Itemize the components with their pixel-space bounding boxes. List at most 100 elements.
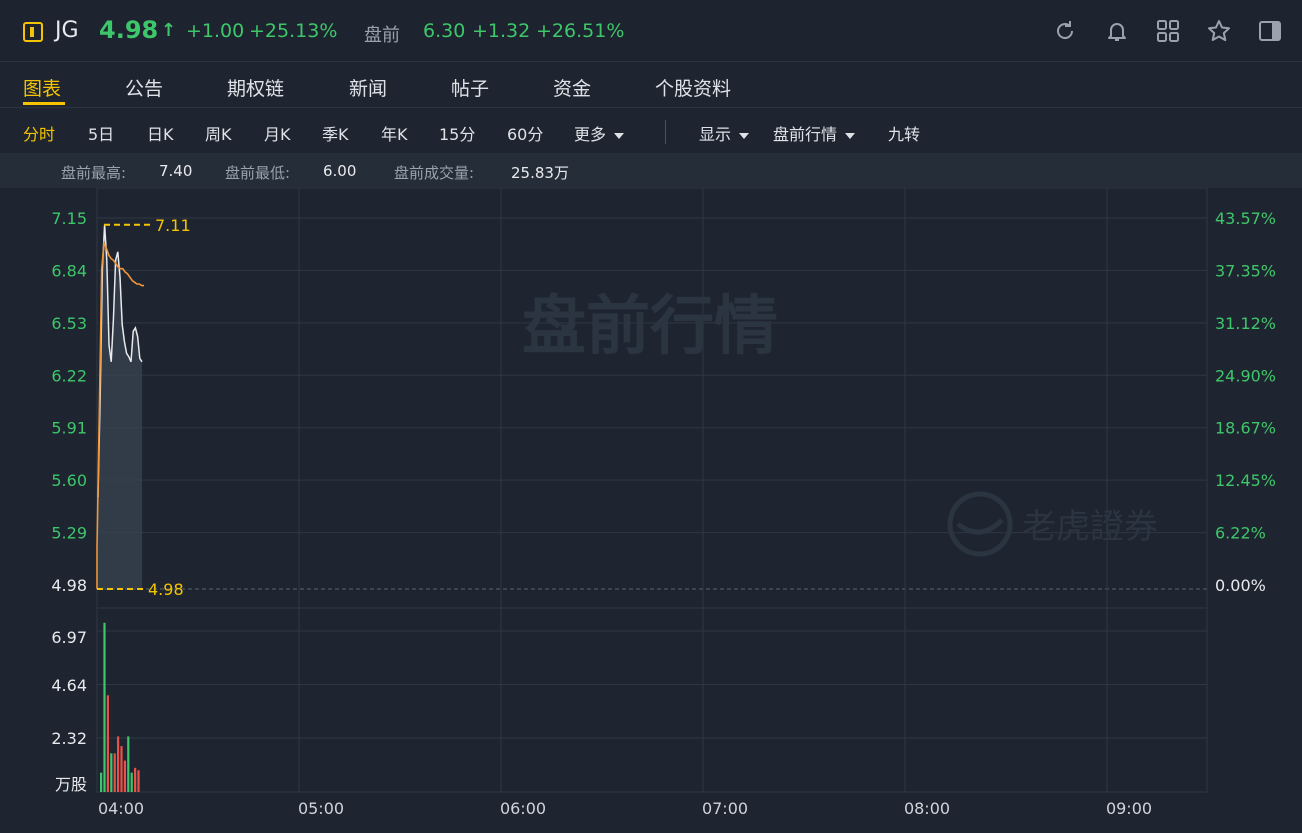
volume-bar — [130, 772, 133, 792]
display-label: 显示 — [699, 125, 732, 144]
price-tick-label: 5.29 — [51, 524, 87, 543]
time-tick-label: 06:00 — [500, 799, 546, 818]
time-tick-label: 09:00 — [1106, 799, 1152, 818]
period-15min[interactable]: 15分 — [439, 121, 475, 145]
ticker-symbol: JG — [55, 18, 79, 43]
tab-news[interactable]: 新闻 — [349, 74, 387, 101]
volume-bar — [117, 736, 120, 792]
panel-toggle-icon[interactable] — [1257, 18, 1283, 44]
pct-tick-label: 6.22% — [1215, 524, 1266, 543]
period-60min[interactable]: 60分 — [507, 121, 543, 145]
period-5day[interactable]: 5日 — [88, 121, 114, 145]
base-marker-label: 4.98 — [148, 580, 184, 599]
more-label: 更多 — [574, 125, 607, 144]
premarket-dropdown[interactable]: 盘前行情 — [773, 121, 856, 145]
price-change: +1.00 — [186, 20, 245, 42]
chevron-down-icon — [614, 132, 625, 139]
more-dropdown[interactable]: 更多 — [574, 121, 625, 145]
price-tick-label: 5.91 — [51, 419, 87, 438]
tab-capital[interactable]: 资金 — [553, 74, 591, 101]
price-change-pct: +25.13% — [249, 20, 338, 42]
volume-bar — [113, 753, 116, 792]
volume-bar — [120, 746, 123, 792]
premarket-label: 盘前 — [364, 25, 400, 46]
period-year[interactable]: 年K — [381, 121, 408, 145]
premarket-high-label: 盘前最高: — [61, 164, 127, 182]
header-bar: JG 4.98 ↑ +1.00 +25.13% 盘前 6.30 +1.32 +2… — [0, 0, 1302, 62]
tab-chart[interactable]: 图表 — [23, 74, 61, 101]
chevron-down-icon — [845, 132, 856, 139]
volume-bar — [127, 736, 130, 792]
volume-tick-label: 万股 — [55, 775, 87, 794]
pct-tick-label: 31.12% — [1215, 314, 1276, 333]
time-axis: 04:00 05:00 06:00 07:00 08:00 09:00 — [98, 799, 1152, 818]
period-intraday[interactable]: 分时 — [23, 121, 55, 145]
refresh-icon[interactable] — [1052, 18, 1078, 44]
time-tick-label: 04:00 — [98, 799, 144, 818]
brand-watermark: 老虎證券 — [1022, 507, 1158, 547]
premarket-volume-value: 25.83万 — [511, 164, 569, 182]
premarket-low-label: 盘前最低: — [225, 164, 291, 182]
premarket-change: +1.32 — [472, 20, 531, 42]
volume-tick-label: 2.32 — [51, 729, 87, 748]
volume-bar — [100, 772, 103, 792]
bell-icon[interactable] — [1104, 18, 1130, 44]
volume-tick-label: 6.97 — [51, 628, 87, 647]
pct-tick-label: 43.57% — [1215, 209, 1276, 228]
period-toolbar: 分时 5日 日K 周K 月K 季K 年K 15分 60分 更多 显示 盘前行情 … — [0, 108, 1302, 153]
volume-bar — [106, 695, 109, 792]
nine-turn-button[interactable]: 九转 — [888, 121, 920, 145]
premarket-change-pct: +26.51% — [536, 20, 625, 42]
period-month[interactable]: 月K — [264, 121, 291, 145]
price-tick-label: 4.98 — [51, 576, 87, 595]
premarket-high-value: 7.40 — [159, 162, 193, 180]
period-quarter[interactable]: 季K — [322, 121, 349, 145]
chart-frame — [96, 188, 1208, 793]
price-tick-label: 6.84 — [51, 261, 87, 280]
volume-bar — [123, 760, 126, 792]
premarket-volume-label: 盘前成交量: — [394, 164, 475, 182]
time-tick-label: 08:00 — [904, 799, 950, 818]
tab-bar: 图表 公告 期权链 新闻 帖子 资金 个股资料 — [0, 62, 1302, 108]
time-tick-label: 05:00 — [298, 799, 344, 818]
period-day[interactable]: 日K — [147, 121, 174, 145]
active-tab-indicator — [23, 102, 65, 105]
premarket-stats: 盘前最高: 7.40 盘前最低: 6.00 盘前成交量: 25.83万 — [0, 153, 1302, 188]
volume-bars — [100, 622, 140, 792]
period-week[interactable]: 周K — [205, 121, 232, 145]
display-dropdown[interactable]: 显示 — [699, 121, 750, 145]
volume-bar — [134, 767, 137, 792]
watermark-text: 盘前行情 — [522, 290, 778, 364]
premarket-dropdown-label: 盘前行情 — [773, 125, 838, 144]
grid-icon[interactable] — [1155, 18, 1181, 44]
pct-tick-label: 18.67% — [1215, 419, 1276, 438]
premarket-low-value: 6.00 — [323, 162, 357, 180]
tab-posts[interactable]: 帖子 — [451, 74, 489, 101]
star-icon[interactable] — [1206, 18, 1232, 44]
pct-tick-label: 0.00% — [1215, 576, 1266, 595]
tab-options-chain[interactable]: 期权链 — [227, 74, 284, 101]
price-tick-label: 7.15 — [51, 209, 87, 228]
time-tick-label: 07:00 — [702, 799, 748, 818]
volume-bar — [137, 770, 140, 792]
tab-announcements[interactable]: 公告 — [125, 74, 163, 101]
pct-tick-label: 12.45% — [1215, 471, 1276, 490]
toolbar-divider — [665, 120, 666, 144]
high-marker-label: 7.11 — [155, 216, 191, 235]
market-flag-icon — [23, 22, 43, 42]
pct-tick-label: 37.35% — [1215, 261, 1276, 280]
volume-bar — [110, 753, 113, 792]
premarket-price: 6.30 — [423, 20, 466, 42]
price-tick-label: 6.22 — [51, 366, 87, 385]
chart-grid — [96, 188, 1208, 793]
last-price: 4.98 — [99, 16, 159, 44]
price-tick-label: 5.60 — [51, 471, 87, 490]
price-tick-label: 6.53 — [51, 314, 87, 333]
brand-logo-icon — [947, 491, 1013, 557]
volume-tick-label: 4.64 — [51, 676, 87, 695]
up-arrow-icon: ↑ — [161, 20, 177, 41]
tab-profile[interactable]: 个股资料 — [655, 74, 731, 101]
volume-bar — [103, 622, 106, 792]
intraday-chart[interactable]: 盘前行情 老虎證券 7.11 4.98 7.15 43.57% 6.84 37.35% 6… — [0, 188, 1302, 833]
chevron-down-icon — [739, 132, 750, 139]
